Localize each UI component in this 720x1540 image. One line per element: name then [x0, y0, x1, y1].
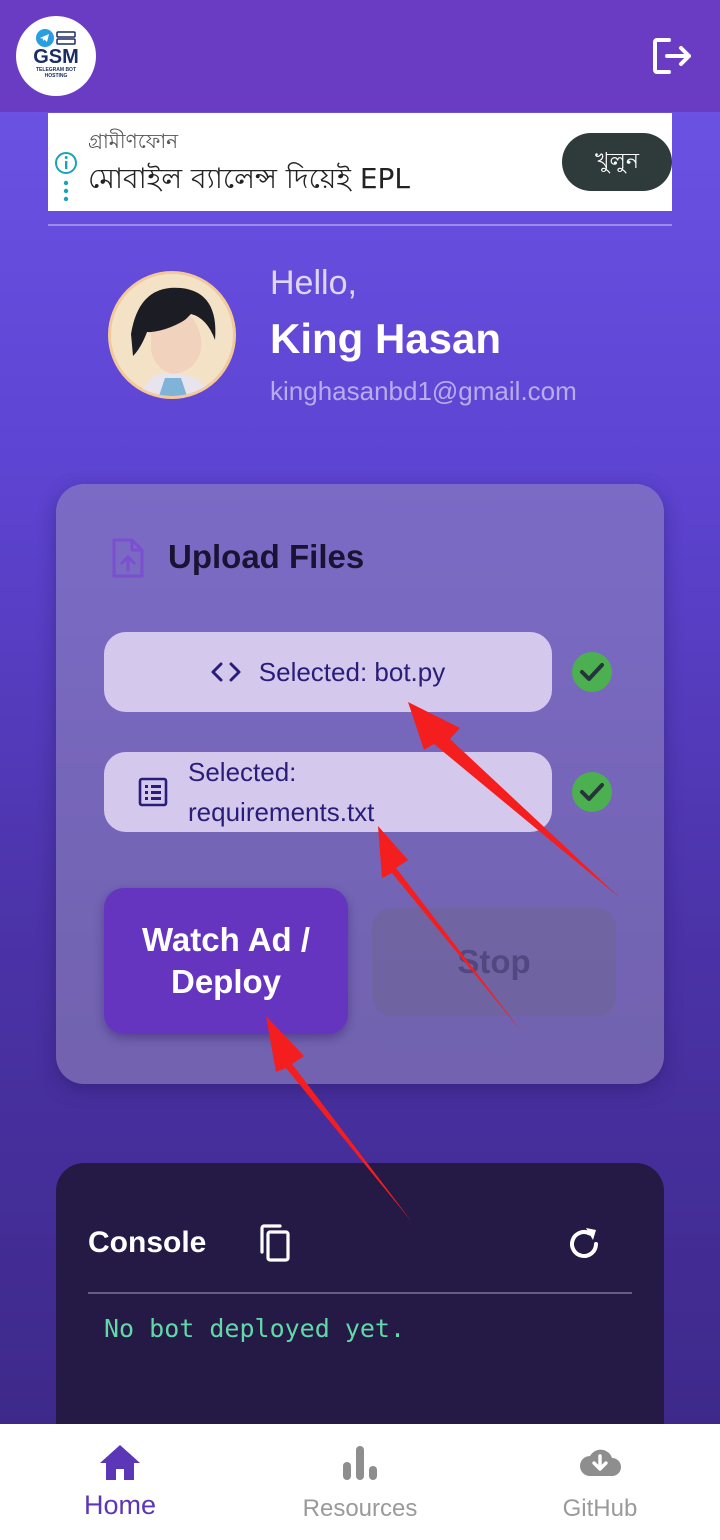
- requirements-label-line2: requirements.txt: [188, 797, 375, 827]
- stop-button[interactable]: Stop: [372, 908, 616, 1016]
- nav-github[interactable]: GitHub: [500, 1424, 700, 1540]
- cloud-download-icon: [580, 1449, 621, 1476]
- greeting: Hello,: [270, 264, 357, 302]
- copy-icon[interactable]: [254, 1222, 294, 1266]
- list-icon: [138, 777, 168, 807]
- logo-text: GSM: [33, 46, 79, 68]
- logo-subtitle: TELEGRAM BOT HOSTING: [36, 67, 76, 79]
- console-output: No bot deployed yet.: [104, 1314, 406, 1343]
- check-icon: [572, 652, 612, 692]
- upload-title: Upload Files: [168, 538, 365, 575]
- avatar: [108, 271, 236, 399]
- nav-resources[interactable]: Resources: [260, 1424, 460, 1540]
- console-card: [56, 1163, 664, 1433]
- nav-github-label: GitHub: [562, 1495, 638, 1522]
- nav-home[interactable]: Home: [20, 1424, 220, 1540]
- bottom-nav: Home Resources GitHub: [0, 1424, 720, 1540]
- ad-brand: গ্রামীণফোন: [88, 129, 179, 153]
- console-divider: [88, 1292, 632, 1294]
- ad-open-button[interactable]: খুলুন: [562, 133, 672, 191]
- user-name: King Hasan: [270, 315, 502, 362]
- telegram-icon: [36, 29, 54, 47]
- app-bar: GSM TELEGRAM BOT HOSTING: [0, 0, 720, 112]
- refresh-icon[interactable]: [562, 1222, 606, 1266]
- select-bot-file-button[interactable]: Selected: bot.py: [104, 632, 552, 712]
- server-icon: [56, 31, 76, 45]
- bar-chart-icon: [343, 1446, 377, 1480]
- requirements-file-label: Selected: requirements.txt: [188, 752, 374, 832]
- ad-info-icon[interactable]: [54, 151, 78, 201]
- requirements-label-line1: Selected:: [188, 757, 297, 787]
- home-icon: [100, 1445, 140, 1480]
- ad-banner[interactable]: গ্রামীণফোন মোবাইল ব্যালেন্স দিয়েই EPL খ…: [48, 113, 672, 211]
- nav-home-label: Home: [83, 1490, 157, 1520]
- logo-icons: [36, 29, 76, 47]
- ad-title: মোবাইল ব্যালেন্স দিয়েই EPL: [88, 162, 411, 195]
- check-icon: [572, 772, 612, 812]
- avatar-image: [111, 274, 233, 396]
- nav-resources-label: Resources: [302, 1495, 418, 1522]
- logout-button[interactable]: [648, 34, 696, 78]
- bot-file-label: Selected: bot.py: [258, 656, 446, 687]
- user-email: kinghasanbd1@gmail.com: [270, 376, 577, 406]
- logout-icon: [653, 38, 691, 74]
- select-requirements-file-button[interactable]: Selected: requirements.txt: [104, 752, 552, 832]
- console-title: Console: [88, 1226, 207, 1259]
- code-icon: [211, 662, 241, 682]
- app-logo: GSM TELEGRAM BOT HOSTING: [16, 16, 96, 96]
- watch-ad-deploy-button[interactable]: Watch Ad / Deploy: [104, 888, 348, 1034]
- divider: [48, 224, 672, 226]
- upload-file-icon: [112, 538, 144, 578]
